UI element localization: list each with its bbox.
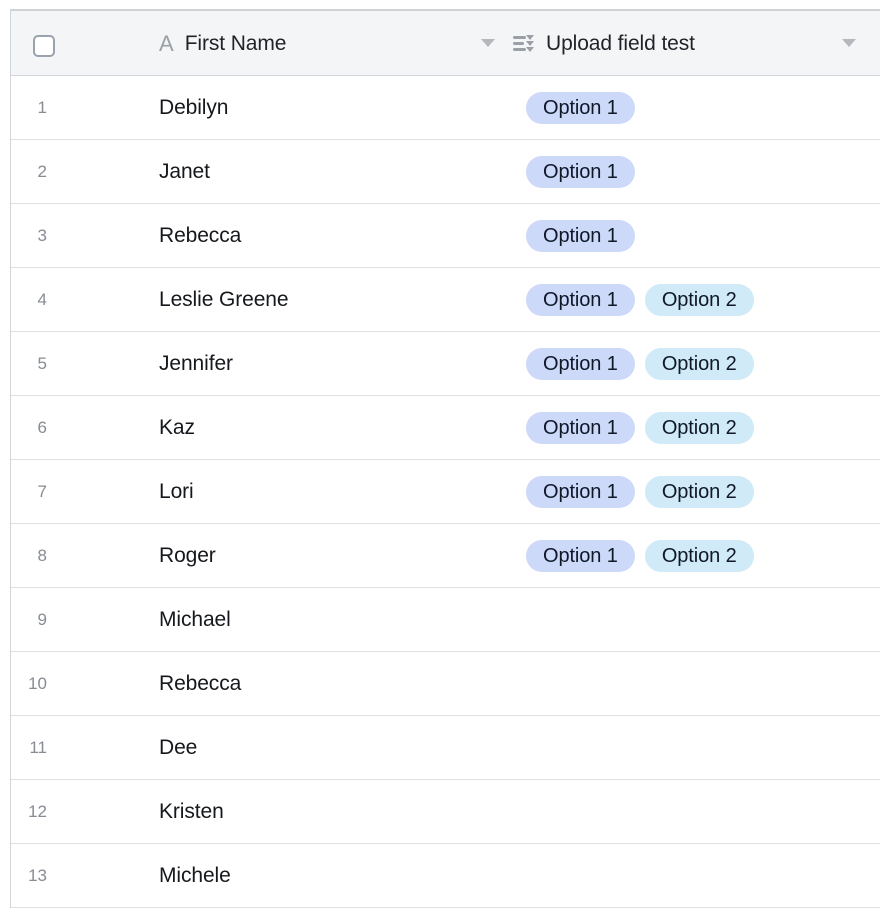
cell-upload-field-test[interactable] — [513, 588, 874, 652]
chevron-down-icon-first-name[interactable] — [481, 39, 495, 47]
grid-header-row: A First Name Upload field test — [11, 11, 880, 76]
row-number: 12 — [11, 780, 47, 844]
table-row[interactable]: 7 Lori Option 1 Option 2 — [11, 460, 880, 524]
row-number: 10 — [11, 652, 47, 716]
row-number: 7 — [11, 460, 47, 524]
row-number-label: 2 — [37, 162, 47, 181]
row-number: 6 — [11, 396, 47, 460]
table-row[interactable]: 12 Kristen — [11, 780, 880, 844]
column-header-first-name[interactable]: A First Name — [159, 11, 499, 76]
cell-upload-field-test[interactable] — [513, 716, 874, 780]
cell-first-name[interactable]: Lori — [159, 460, 499, 524]
option-tag[interactable]: Option 2 — [644, 348, 754, 380]
cell-upload-field-test[interactable]: Option 1 — [513, 76, 874, 140]
table-row[interactable]: 11 Dee — [11, 716, 880, 780]
option-tag[interactable]: Option 2 — [644, 412, 754, 444]
row-number: 13 — [11, 844, 47, 908]
row-number-label: 9 — [37, 610, 47, 629]
cell-upload-field-test[interactable] — [513, 652, 874, 716]
cell-upload-field-test[interactable]: Option 1 Option 2 — [513, 524, 874, 588]
row-number: 1 — [11, 76, 47, 140]
option-tag[interactable]: Option 2 — [644, 476, 754, 508]
cell-first-name[interactable]: Kristen — [159, 780, 499, 844]
table-row[interactable]: 1 Debilyn Option 1 — [11, 76, 880, 140]
cell-first-name[interactable]: Michael — [159, 588, 499, 652]
cell-upload-field-test[interactable] — [513, 844, 874, 908]
cell-first-name[interactable]: Rebecca — [159, 204, 499, 268]
row-number: 11 — [11, 716, 47, 780]
row-number-label: 13 — [28, 866, 47, 885]
option-tag[interactable]: Option 1 — [526, 156, 635, 188]
table-row[interactable]: 8 Roger Option 1 Option 2 — [11, 524, 880, 588]
cell-first-name[interactable]: Rebecca — [159, 652, 499, 716]
row-number-label: 1 — [37, 98, 47, 117]
cell-first-name[interactable]: Debilyn — [159, 76, 499, 140]
cell-upload-field-test[interactable]: Option 1 Option 2 — [513, 268, 874, 332]
cell-first-name[interactable]: Kaz — [159, 396, 499, 460]
table-row[interactable]: 10 Rebecca — [11, 652, 880, 716]
option-tag[interactable]: Option 1 — [526, 348, 635, 380]
row-number-label: 3 — [37, 226, 47, 245]
cell-first-name[interactable]: Roger — [159, 524, 499, 588]
row-number-label: 10 — [28, 674, 47, 693]
row-number-label: 8 — [37, 546, 47, 565]
checkbox-icon[interactable] — [33, 35, 55, 57]
table-row[interactable]: 5 Jennifer Option 1 Option 2 — [11, 332, 880, 396]
cell-first-name[interactable]: Leslie Greene — [159, 268, 499, 332]
row-number-label: 4 — [37, 290, 47, 309]
data-grid: A First Name Upload field test 1 Debilyn O… — [0, 0, 880, 908]
text-field-icon: A — [159, 30, 174, 56]
option-tag[interactable]: Option 2 — [644, 540, 754, 572]
cell-upload-field-test[interactable]: Option 1 — [513, 204, 874, 268]
cell-upload-field-test[interactable] — [513, 780, 874, 844]
option-tag[interactable]: Option 1 — [526, 476, 635, 508]
option-tag[interactable]: Option 1 — [526, 284, 635, 316]
cell-upload-field-test[interactable]: Option 1 Option 2 — [513, 396, 874, 460]
row-number-label: 6 — [37, 418, 47, 437]
row-number: 5 — [11, 332, 47, 396]
table-row[interactable]: 9 Michael — [11, 588, 880, 652]
option-tag[interactable]: Option 1 — [526, 92, 635, 124]
cell-first-name[interactable]: Dee — [159, 716, 499, 780]
column-header-label-first-name: First Name — [184, 31, 287, 55]
row-number: 8 — [11, 524, 47, 588]
table-row[interactable]: 4 Leslie Greene Option 1 Option 2 — [11, 268, 880, 332]
option-tag[interactable]: Option 1 — [526, 540, 635, 572]
row-number: 9 — [11, 588, 47, 652]
row-number-label: 12 — [28, 802, 47, 821]
row-number: 4 — [11, 268, 47, 332]
row-number: 3 — [11, 204, 47, 268]
multiselect-field-icon — [513, 34, 535, 53]
table-row[interactable]: 2 Janet Option 1 — [11, 140, 880, 204]
option-tag[interactable]: Option 2 — [644, 284, 754, 316]
select-all-cell[interactable] — [11, 11, 55, 76]
row-number-label: 11 — [29, 738, 47, 757]
table-row[interactable]: 6 Kaz Option 1 Option 2 — [11, 396, 880, 460]
row-number: 2 — [11, 140, 47, 204]
cell-upload-field-test[interactable]: Option 1 Option 2 — [513, 460, 874, 524]
table-row[interactable]: 3 Rebecca Option 1 — [11, 204, 880, 268]
cell-upload-field-test[interactable]: Option 1 — [513, 140, 874, 204]
table-row[interactable]: 13 Michele — [11, 844, 880, 908]
cell-first-name[interactable]: Jennifer — [159, 332, 499, 396]
column-header-label-upload-field-test: Upload field test — [546, 31, 695, 55]
cell-upload-field-test[interactable]: Option 1 Option 2 — [513, 332, 874, 396]
cell-first-name[interactable]: Michele — [159, 844, 499, 908]
row-number-label: 5 — [37, 354, 47, 373]
row-number-label: 7 — [37, 482, 47, 501]
cell-first-name[interactable]: Janet — [159, 140, 499, 204]
option-tag[interactable]: Option 1 — [526, 220, 635, 252]
column-header-upload-field-test[interactable]: Upload field test — [513, 11, 858, 76]
option-tag[interactable]: Option 1 — [526, 412, 635, 444]
chevron-down-icon-upload-field-test[interactable] — [842, 39, 856, 47]
